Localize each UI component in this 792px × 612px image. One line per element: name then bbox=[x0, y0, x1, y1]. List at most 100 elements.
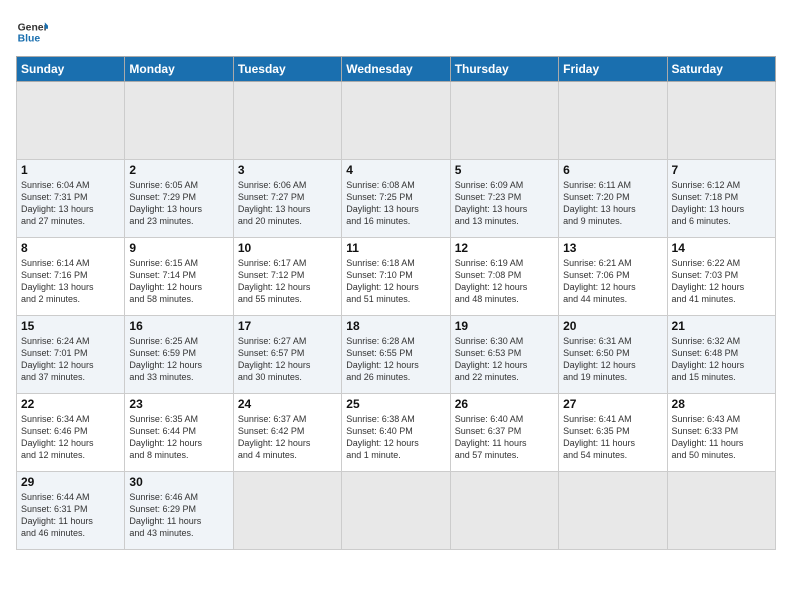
day-number: 30 bbox=[129, 475, 228, 489]
day-cell: 27Sunrise: 6:41 AM Sunset: 6:35 PM Dayli… bbox=[559, 394, 667, 472]
day-cell: 19Sunrise: 6:30 AM Sunset: 6:53 PM Dayli… bbox=[450, 316, 558, 394]
day-number: 15 bbox=[21, 319, 120, 333]
week-row-1: 1 Sunrise: 6:04 AM Sunset: 7:31 PM Daylig… bbox=[17, 160, 776, 238]
day-cell: 26 Sunrise: 6:40 AM Sunset: 6:37 PM Dayli… bbox=[450, 394, 558, 472]
day-info: Sunrise: 6:37 AM Sunset: 6:42 PM Dayligh… bbox=[238, 413, 337, 462]
day-cell bbox=[450, 82, 558, 160]
day-number: 26 bbox=[455, 397, 554, 411]
day-number: 5 bbox=[455, 163, 554, 177]
day-info: Sunrise: 6:46 AM Sunset: 6:29 PM Dayligh… bbox=[129, 491, 228, 540]
day-cell bbox=[342, 82, 450, 160]
day-number: 16 bbox=[129, 319, 228, 333]
day-cell: 18 Sunrise: 6:28 AM Sunset: 6:55 PM Dayli… bbox=[342, 316, 450, 394]
header-cell-saturday: Saturday bbox=[667, 57, 775, 82]
header-cell-tuesday: Tuesday bbox=[233, 57, 341, 82]
week-row-2: 8Sunrise: 6:14 AM Sunset: 7:16 PM Daylig… bbox=[17, 238, 776, 316]
week-row-4: 22Sunrise: 6:34 AM Sunset: 6:46 PM Dayli… bbox=[17, 394, 776, 472]
day-cell: 21Sunrise: 6:32 AM Sunset: 6:48 PM Dayli… bbox=[667, 316, 775, 394]
svg-text:Blue: Blue bbox=[18, 34, 41, 45]
day-number: 11 bbox=[346, 241, 445, 255]
day-info: Sunrise: 6:06 AM Sunset: 7:27 PM Dayligh… bbox=[238, 179, 337, 228]
day-info: Sunrise: 6:32 AM Sunset: 6:48 PM Dayligh… bbox=[672, 335, 771, 384]
day-number: 3 bbox=[238, 163, 337, 177]
day-info: Sunrise: 6:05 AM Sunset: 7:29 PM Dayligh… bbox=[129, 179, 228, 228]
header-cell-friday: Friday bbox=[559, 57, 667, 82]
day-info: Sunrise: 6:09 AM Sunset: 7:23 PM Dayligh… bbox=[455, 179, 554, 228]
header-cell-wednesday: Wednesday bbox=[342, 57, 450, 82]
day-info: Sunrise: 6:21 AM Sunset: 7:06 PM Dayligh… bbox=[563, 257, 662, 306]
day-cell: 17 Sunrise: 6:27 AM Sunset: 6:57 PM Dayli… bbox=[233, 316, 341, 394]
day-info: Sunrise: 6:22 AM Sunset: 7:03 PM Dayligh… bbox=[672, 257, 771, 306]
day-number: 6 bbox=[563, 163, 662, 177]
day-cell: 20 Sunrise: 6:31 AM Sunset: 6:50 PM Dayli… bbox=[559, 316, 667, 394]
day-info: Sunrise: 6:40 AM Sunset: 6:37 PM Dayligh… bbox=[455, 413, 554, 462]
day-cell: 4 Sunrise: 6:08 AM Sunset: 7:25 PM Daylig… bbox=[342, 160, 450, 238]
day-number: 13 bbox=[563, 241, 662, 255]
day-cell: 28 Sunrise: 6:43 AM Sunset: 6:33 PM Dayli… bbox=[667, 394, 775, 472]
day-number: 10 bbox=[238, 241, 337, 255]
day-number: 1 bbox=[21, 163, 120, 177]
day-number: 14 bbox=[672, 241, 771, 255]
day-cell: 12Sunrise: 6:19 AM Sunset: 7:08 PM Dayli… bbox=[450, 238, 558, 316]
day-cell bbox=[233, 472, 341, 550]
header: General Blue bbox=[16, 16, 776, 48]
day-number: 28 bbox=[672, 397, 771, 411]
day-info: Sunrise: 6:19 AM Sunset: 7:08 PM Dayligh… bbox=[455, 257, 554, 306]
day-cell: 16 Sunrise: 6:25 AM Sunset: 6:59 PM Dayli… bbox=[125, 316, 233, 394]
day-info: Sunrise: 6:24 AM Sunset: 7:01 PM Dayligh… bbox=[21, 335, 120, 384]
day-number: 19 bbox=[455, 319, 554, 333]
day-cell: 11Sunrise: 6:18 AM Sunset: 7:10 PM Dayli… bbox=[342, 238, 450, 316]
day-number: 23 bbox=[129, 397, 228, 411]
day-info: Sunrise: 6:04 AM Sunset: 7:31 PM Dayligh… bbox=[21, 179, 120, 228]
day-cell bbox=[559, 82, 667, 160]
week-row-3: 15 Sunrise: 6:24 AM Sunset: 7:01 PM Dayli… bbox=[17, 316, 776, 394]
day-info: Sunrise: 6:27 AM Sunset: 6:57 PM Dayligh… bbox=[238, 335, 337, 384]
day-number: 20 bbox=[563, 319, 662, 333]
day-number: 4 bbox=[346, 163, 445, 177]
day-info: Sunrise: 6:25 AM Sunset: 6:59 PM Dayligh… bbox=[129, 335, 228, 384]
page: General Blue SundayMondayTuesdayWednesda… bbox=[0, 0, 792, 612]
day-info: Sunrise: 6:12 AM Sunset: 7:18 PM Dayligh… bbox=[672, 179, 771, 228]
day-cell: 22Sunrise: 6:34 AM Sunset: 6:46 PM Dayli… bbox=[17, 394, 125, 472]
day-number: 24 bbox=[238, 397, 337, 411]
day-cell: 1 Sunrise: 6:04 AM Sunset: 7:31 PM Daylig… bbox=[17, 160, 125, 238]
day-cell bbox=[17, 82, 125, 160]
logo: General Blue bbox=[16, 16, 52, 48]
day-info: Sunrise: 6:28 AM Sunset: 6:55 PM Dayligh… bbox=[346, 335, 445, 384]
day-number: 9 bbox=[129, 241, 228, 255]
day-cell: 8Sunrise: 6:14 AM Sunset: 7:16 PM Daylig… bbox=[17, 238, 125, 316]
day-number: 29 bbox=[21, 475, 120, 489]
day-info: Sunrise: 6:43 AM Sunset: 6:33 PM Dayligh… bbox=[672, 413, 771, 462]
day-number: 2 bbox=[129, 163, 228, 177]
day-cell bbox=[559, 472, 667, 550]
week-row-0 bbox=[17, 82, 776, 160]
logo-icon: General Blue bbox=[16, 16, 48, 48]
day-number: 27 bbox=[563, 397, 662, 411]
day-cell bbox=[342, 472, 450, 550]
day-cell: 29 Sunrise: 6:44 AM Sunset: 6:31 PM Dayli… bbox=[17, 472, 125, 550]
header-cell-thursday: Thursday bbox=[450, 57, 558, 82]
day-number: 18 bbox=[346, 319, 445, 333]
week-row-5: 29 Sunrise: 6:44 AM Sunset: 6:31 PM Dayli… bbox=[17, 472, 776, 550]
day-info: Sunrise: 6:15 AM Sunset: 7:14 PM Dayligh… bbox=[129, 257, 228, 306]
header-cell-sunday: Sunday bbox=[17, 57, 125, 82]
day-info: Sunrise: 6:35 AM Sunset: 6:44 PM Dayligh… bbox=[129, 413, 228, 462]
day-cell: 23 Sunrise: 6:35 AM Sunset: 6:44 PM Dayli… bbox=[125, 394, 233, 472]
day-cell bbox=[667, 472, 775, 550]
day-info: Sunrise: 6:34 AM Sunset: 6:46 PM Dayligh… bbox=[21, 413, 120, 462]
day-cell: 25Sunrise: 6:38 AM Sunset: 6:40 PM Dayli… bbox=[342, 394, 450, 472]
day-number: 17 bbox=[238, 319, 337, 333]
day-cell bbox=[125, 82, 233, 160]
day-cell: 24 Sunrise: 6:37 AM Sunset: 6:42 PM Dayli… bbox=[233, 394, 341, 472]
day-info: Sunrise: 6:31 AM Sunset: 6:50 PM Dayligh… bbox=[563, 335, 662, 384]
svg-text:General: General bbox=[18, 22, 48, 33]
day-cell: 30 Sunrise: 6:46 AM Sunset: 6:29 PM Dayli… bbox=[125, 472, 233, 550]
day-info: Sunrise: 6:11 AM Sunset: 7:20 PM Dayligh… bbox=[563, 179, 662, 228]
header-cell-monday: Monday bbox=[125, 57, 233, 82]
day-info: Sunrise: 6:44 AM Sunset: 6:31 PM Dayligh… bbox=[21, 491, 120, 540]
day-cell: 15 Sunrise: 6:24 AM Sunset: 7:01 PM Dayli… bbox=[17, 316, 125, 394]
calendar-table: SundayMondayTuesdayWednesdayThursdayFrid… bbox=[16, 56, 776, 550]
day-cell bbox=[667, 82, 775, 160]
day-info: Sunrise: 6:08 AM Sunset: 7:25 PM Dayligh… bbox=[346, 179, 445, 228]
day-cell: 2 Sunrise: 6:05 AM Sunset: 7:29 PM Daylig… bbox=[125, 160, 233, 238]
